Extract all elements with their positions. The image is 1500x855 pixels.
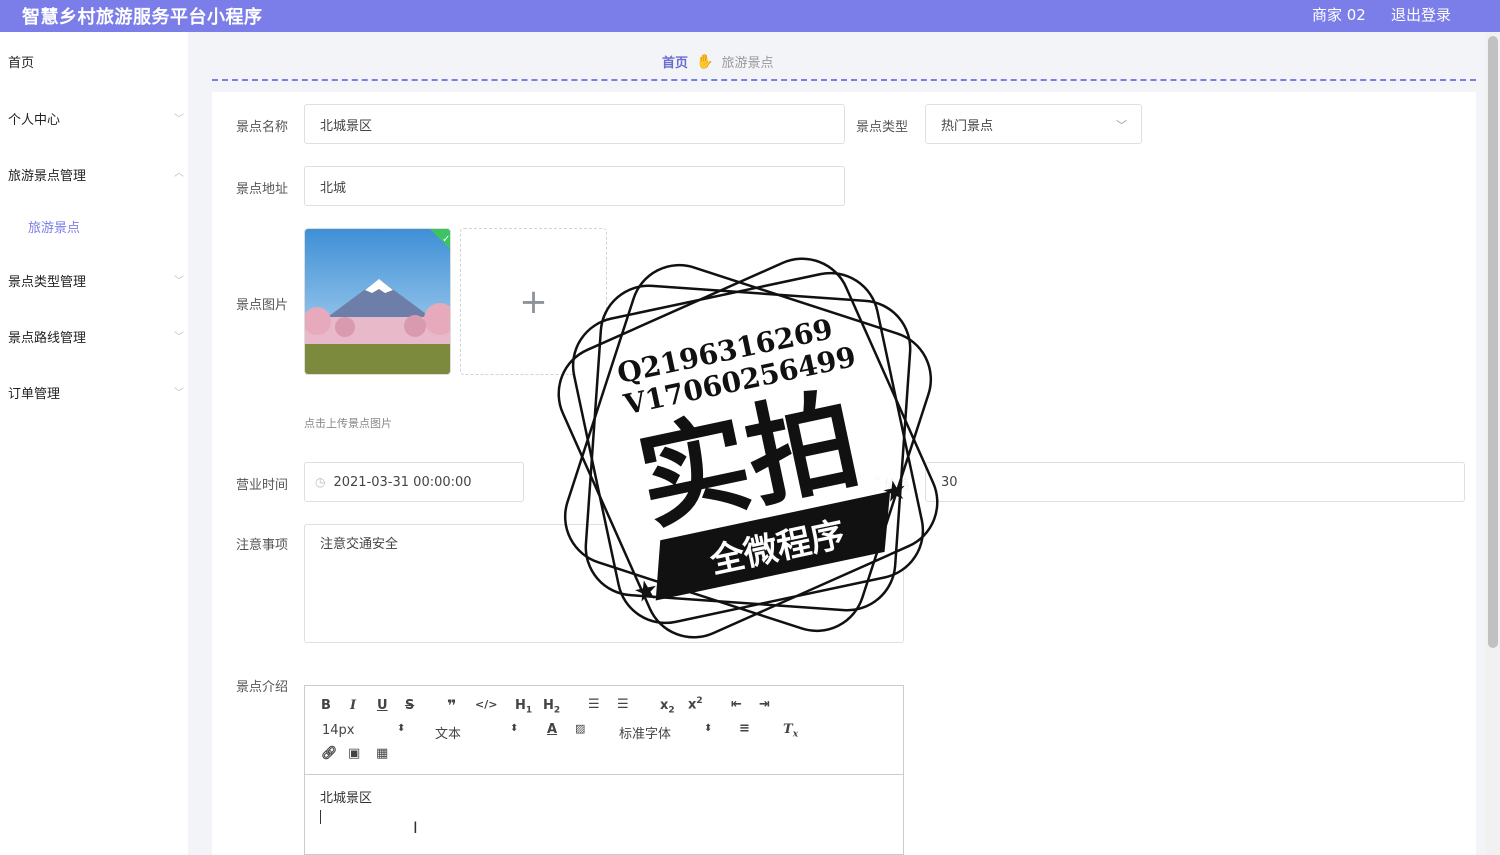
type-value: 热门景点 [941,118,994,134]
uploaded-image[interactable]: ✓ [304,228,451,375]
background-color-icon[interactable]: ▨ [575,722,585,735]
chevron-down-icon: ﹀ [174,332,184,343]
sidebar-item-home[interactable]: 首页 [8,52,34,71]
text-cursor [320,810,321,824]
chevron-up-icon: ︿ [174,168,184,179]
address-value: 北城 [320,180,347,196]
image-hint: 点击上传景点图片 [304,417,392,430]
bullet-list-icon[interactable]: ☰ [617,697,629,712]
type-label: 景点类型 [856,120,909,135]
rich-text-editor: B I U S ❞ </> H1 H2 ☰ ☰ x2 x2 ⇤ ⇥ 14px ⬍… [304,685,904,855]
chevron-down-icon: ﹀ [174,114,184,125]
address-input[interactable]: 北城 [304,166,845,206]
time-picker[interactable]: ◷ 2021-03-31 00:00:00 [304,462,524,502]
editor-content[interactable]: 北城景区 [305,775,903,836]
font-color-icon[interactable]: A [547,722,557,737]
italic-icon[interactable]: I [350,698,356,713]
breadcrumb-current: 旅游景点 [721,56,774,71]
ibeam-cursor-icon: I [413,818,418,837]
chevron-down-icon: ﹀ [1116,119,1127,132]
superscript-icon[interactable]: x2 [688,696,703,712]
current-user: 商家 02 [1312,6,1366,24]
sidebar-item-route-management[interactable]: 景点路线管理 [8,327,86,346]
logout-button[interactable]: 退出登录 [1391,4,1451,25]
chevron-down-icon: ﹀ [174,388,184,399]
updown-icon: ⬍ [397,723,406,734]
editor-toolbar: B I U S ❞ </> H1 H2 ☰ ☰ x2 x2 ⇤ ⇥ 14px ⬍… [305,686,903,775]
align-icon[interactable]: ≡ [739,721,750,736]
blockquote-icon[interactable]: ❞ [447,696,456,715]
time-label: 营业时间 [236,478,289,493]
heading2-icon[interactable]: H2 [543,698,560,716]
font-size-select[interactable]: 14px [322,723,355,738]
breadcrumb-home[interactable]: 首页 [662,52,688,71]
format-select[interactable]: 文本 [435,723,461,742]
clear-format-icon[interactable]: Tx [783,722,798,740]
scrollbar-thumb[interactable] [1488,36,1498,648]
link-icon[interactable]: 🔗︎ [321,746,338,761]
breadcrumb: 首页 ✋ 旅游景点 [662,52,774,72]
strikethrough-icon[interactable]: S [405,698,414,713]
notice-value: 注意交通安全 [320,537,399,552]
sidebar-item-attraction-management[interactable]: 旅游景点管理 [8,165,86,184]
chevron-down-icon: ﹀ [174,276,184,287]
sidebar: 首页 个人中心 ﹀ 旅游景点管理 ︿ 旅游景点 景点类型管理 ﹀ 景点路线管理 … [0,32,188,855]
mountain-photo: ✓ [305,229,450,374]
svg-text:✓: ✓ [442,234,450,245]
dashed-divider [212,79,1476,81]
intro-label: 景点介绍 [236,680,289,695]
indent-icon[interactable]: ⇥ [759,697,770,712]
clock-icon: ◷ [315,475,326,489]
subscript-icon[interactable]: x2 [660,698,675,716]
name-value: 北城景区 [320,118,373,134]
updown-icon: ⬍ [704,723,713,734]
top-header: 智慧乡村旅游服务平台小程序 商家 02 退出登录 [0,0,1500,32]
font-family-select[interactable]: 标准字体 [619,723,671,742]
outdent-icon[interactable]: ⇤ [731,697,742,712]
editor-text: 北城景区 [320,791,373,806]
watermark-stamp: Q2196316269 V17060256499 实拍 全微程序 ★ ★ [557,257,939,639]
type-select[interactable]: 热门景点 ﹀ [925,104,1142,144]
image-label: 景点图片 [236,298,289,313]
address-label: 景点地址 [236,182,289,197]
time-value: 2021-03-31 00:00:00 [333,474,472,490]
sidebar-item-order-management[interactable]: 订单管理 [8,383,60,402]
name-input[interactable]: 北城景区 [304,104,845,144]
app-title: 智慧乡村旅游服务平台小程序 [22,7,263,28]
sidebar-item-personal-center[interactable]: 个人中心 [8,109,60,128]
image-icon[interactable]: ▣ [348,746,360,761]
ordered-list-icon[interactable]: ☰ [588,697,600,712]
sidebar-subitem-attractions[interactable]: 旅游景点 [28,217,80,236]
page-scrollbar[interactable] [1486,32,1500,855]
sidebar-item-type-management[interactable]: 景点类型管理 [8,271,86,290]
name-label: 景点名称 [236,120,289,135]
notice-label: 注意事项 [236,538,289,553]
heading1-icon[interactable]: H1 [515,698,532,716]
video-icon[interactable]: ▦ [376,746,388,761]
updown-icon: ⬍ [510,723,519,734]
underline-icon[interactable]: U [377,698,388,713]
hand-icon: ✋ [696,53,714,70]
price-input[interactable]: 30 [925,462,1465,502]
plus-icon: + [519,281,548,322]
code-icon[interactable]: </> [475,698,497,711]
bold-icon[interactable]: B [321,698,331,713]
